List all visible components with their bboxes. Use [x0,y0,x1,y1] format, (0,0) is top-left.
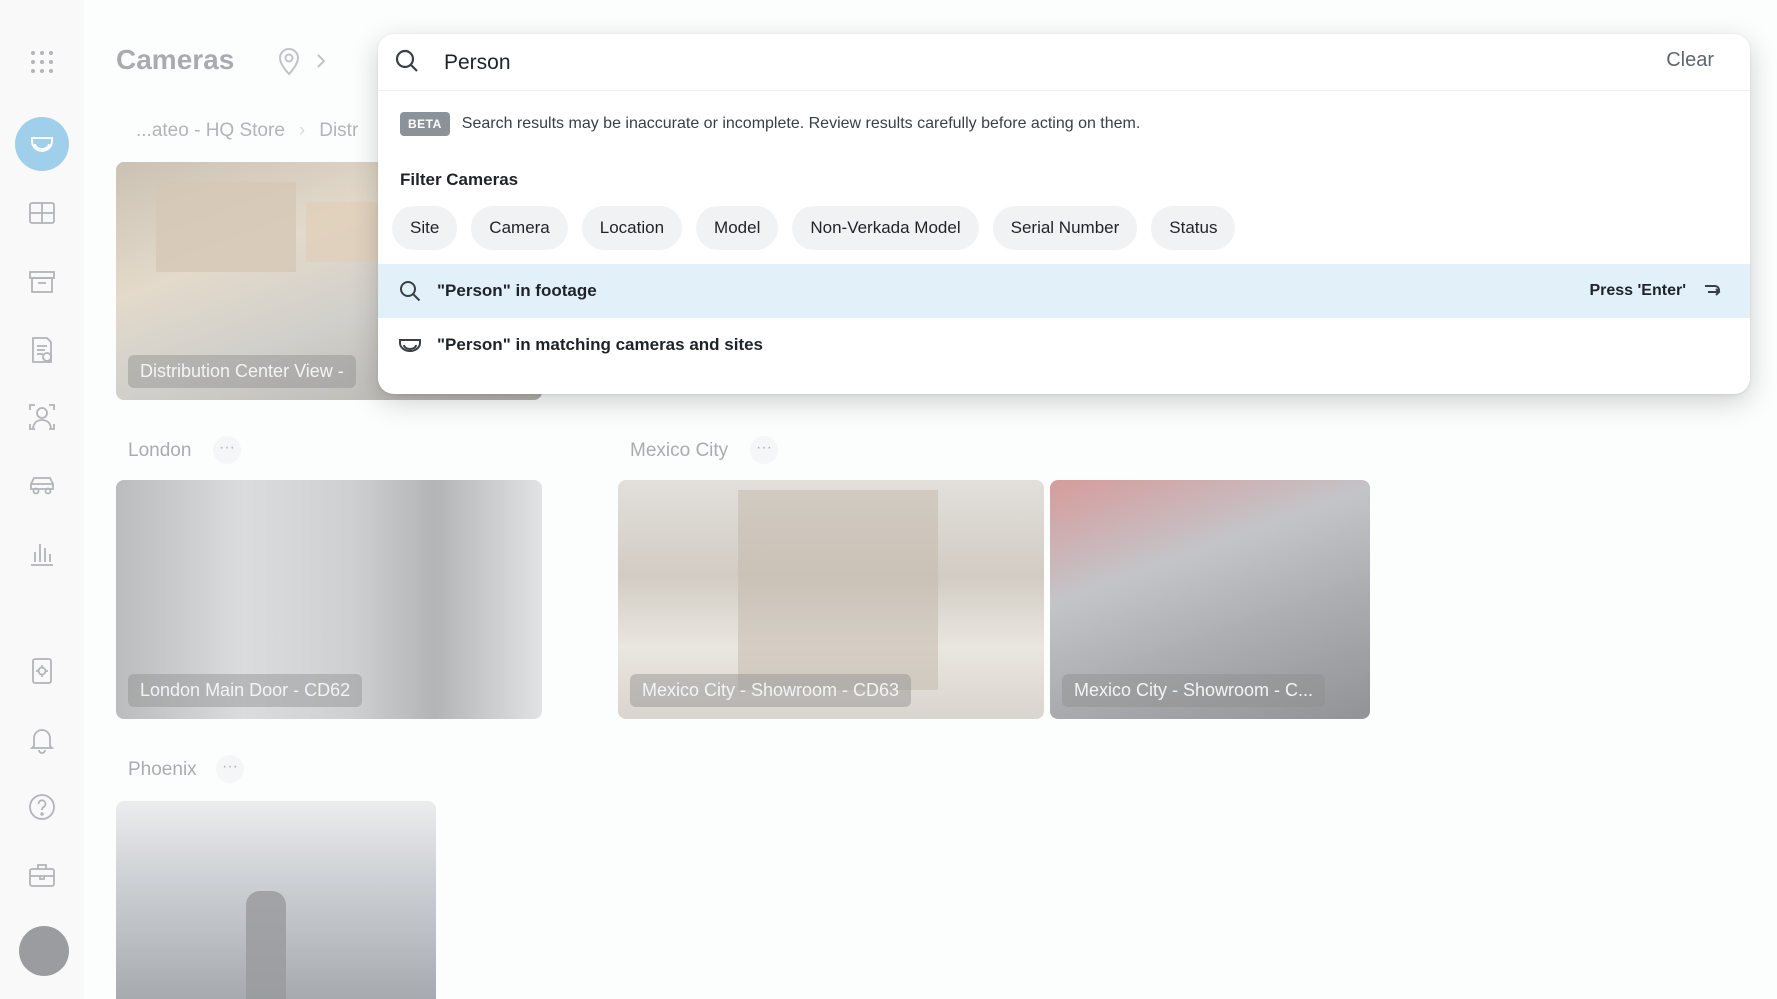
clear-button[interactable]: Clear [1666,49,1714,72]
beta-badge: BETA [400,112,450,136]
filter-chip-site[interactable]: Site [392,206,458,250]
press-enter-hint: Press 'Enter' [1589,282,1686,299]
beta-notice: BETA Search results may be inaccurate or… [400,112,1140,136]
filter-chips: Site Camera Location Model Non-Verkada M… [392,206,1236,250]
filter-chip-model[interactable]: Model [696,206,779,250]
search-panel: Clear BETA Search results may be inaccur… [378,34,1750,394]
enter-arrow-icon [1705,285,1721,296]
search-result-cameras-sites[interactable]: "Person" in matching cameras and sites [378,318,1750,372]
search-icon [400,281,421,302]
search-bar: Clear [378,34,1750,91]
filter-chip-non-verkada-model[interactable]: Non-Verkada Model [792,206,979,250]
result-text: "Person" in footage [437,281,597,300]
filter-chip-serial-number[interactable]: Serial Number [992,206,1138,250]
filter-cameras-title: Filter Cameras [400,170,519,189]
camera-dome-icon [399,339,421,352]
result-text: "Person" in matching cameras and sites [437,335,764,354]
beta-notice-text: Search results may be inaccurate or inco… [461,115,1141,132]
search-input[interactable] [442,46,1546,80]
filter-chip-location[interactable]: Location [581,206,683,250]
filter-chip-camera[interactable]: Camera [471,206,568,250]
search-result-footage[interactable]: "Person" in footage Press 'Enter' [378,264,1750,318]
filter-chip-status[interactable]: Status [1151,206,1236,250]
search-icon [395,49,418,72]
